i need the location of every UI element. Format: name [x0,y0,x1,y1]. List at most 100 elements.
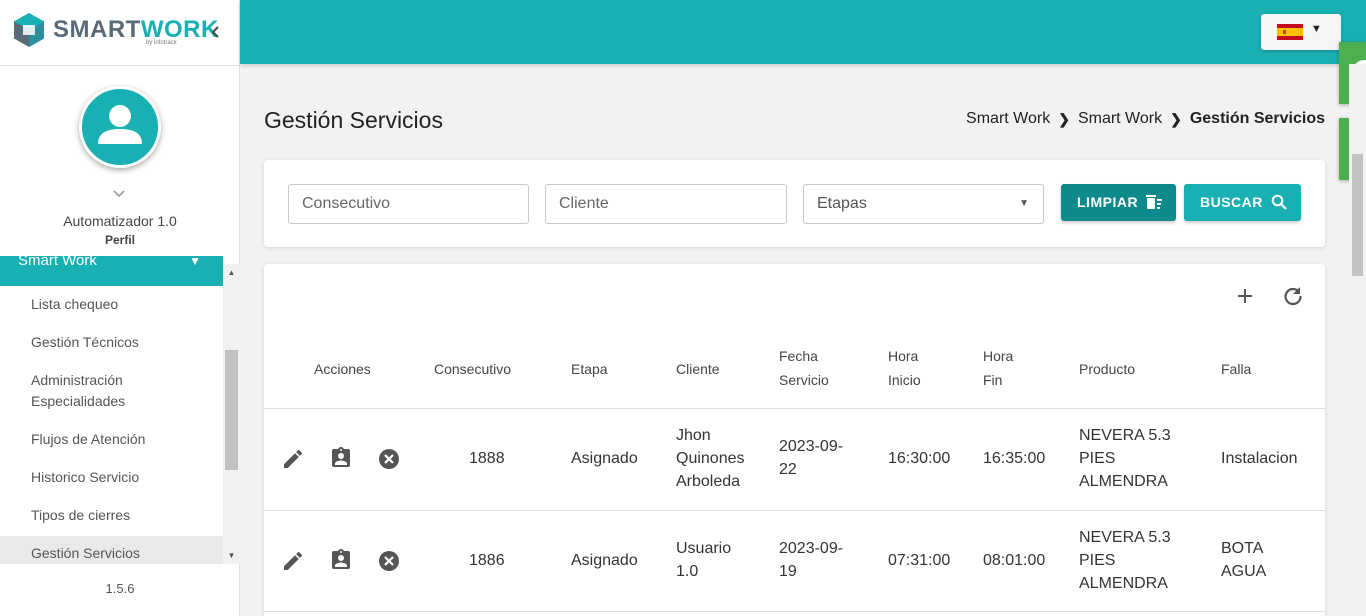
cell-producto-line: ALMENDRA [1079,575,1168,592]
cell-cliente: Usuario 1.0 [676,537,731,583]
cell-cliente-line: Arboleda [676,473,741,490]
logo-bar: SMARTWORK by infotrack [0,0,239,66]
cell-falla-line: AGUA [1221,563,1267,580]
header-fin-line2: Fin [983,372,1003,388]
plus-icon[interactable] [1233,284,1257,308]
collapse-sidebar-button[interactable] [206,22,226,42]
header-fecha-line2: Servicio [779,372,829,388]
header-hora-fin[interactable]: Hora Fin [983,344,1013,392]
cell-falla: BOTA AGUA [1221,537,1266,583]
cell-fecha-line: 19 [779,563,797,580]
cell-falla: Instalacion [1221,447,1298,470]
user-icon [98,105,142,144]
scroll-down-arrow-icon[interactable]: ▼ [223,547,240,564]
consecutivo-field[interactable] [288,184,529,224]
chevron-left-icon [211,26,219,38]
row-divider [264,408,1325,409]
header-consecutivo[interactable]: Consecutivo [434,357,511,381]
sidebar-item-gestion-tecnicos[interactable]: Gestión Técnicos [0,332,223,353]
cell-fecha: 2023-09- 22 [779,435,843,481]
cell-producto-line: PIES [1079,552,1116,569]
search-button[interactable]: BUSCAR [1184,184,1301,221]
app-version: 1.5.6 [105,581,135,596]
sidebar: SMARTWORK by infotrack Automatizador 1.0… [0,0,240,616]
breadcrumb-item[interactable]: Smart Work [1078,110,1162,128]
chevron-right-icon: ❯ [1058,110,1070,127]
caret-down-icon: ▼ [1019,198,1029,209]
header-acciones: Acciones [314,361,371,377]
consecutivo-input[interactable] [302,195,506,213]
header-cliente[interactable]: Cliente [676,357,720,381]
sidebar-scroll-thumb[interactable] [225,350,238,470]
cell-fecha-line: 2023-09- [779,540,844,557]
spain-flag-icon [1277,24,1303,40]
cell-producto-line: ALMENDRA [1079,473,1168,490]
cell-cliente-line: Usuario [676,540,732,557]
page-title: Gestión Servicios [264,107,443,133]
caret-down-icon: ▼ [189,256,201,268]
page-scrollbar[interactable] [1349,64,1366,616]
sidebar-menu: Smart Work ▼ Lista chequeo Gestión Técni… [0,256,223,564]
header-inicio-line2: Inicio [888,372,921,388]
cliente-field[interactable] [545,184,787,224]
logo-text: SMARTWORK [53,16,219,43]
profile-name: Automatizador 1.0 [63,213,177,229]
clear-button[interactable]: LIMPIAR [1061,184,1176,221]
cell-producto: NEVERA 5.3 PIES ALMENDRA [1079,424,1171,493]
header-fecha-line1: Fecha [779,348,818,364]
cell-fecha-line: 2023-09- [779,438,844,455]
sidebar-scrollbar[interactable]: ▲ ▼ [223,264,240,564]
cell-fecha: 2023-09- 19 [779,537,843,583]
scroll-up-arrow-icon[interactable]: ▲ [223,264,240,281]
header-hora-inicio[interactable]: Hora Inicio [888,344,921,392]
cliente-input[interactable] [559,195,764,213]
cell-fecha-line: 22 [779,461,797,478]
header-falla[interactable]: Falla [1221,357,1251,381]
cell-cliente-line: 1.0 [676,563,699,580]
sidebar-item-gestion-servicios[interactable]: Gestión Servicios [0,536,223,564]
delete-sweep-icon [1146,195,1162,209]
header-etapa[interactable]: Etapa [571,357,608,381]
clipboard-user-icon[interactable] [329,548,353,572]
header-fin-line1: Hora [983,348,1014,364]
etapas-select[interactable]: Etapas ▼ [803,184,1044,224]
close-circle-icon[interactable] [377,447,401,471]
cell-cliente-line: Quinones [676,450,745,467]
language-selector[interactable]: ▼ [1261,14,1341,50]
sidebar-item-flujos-atencion[interactable]: Flujos de Atención [0,429,223,450]
cell-falla-line: BOTA [1221,540,1264,557]
logo-icon [14,13,44,47]
header-producto[interactable]: Producto [1079,357,1135,381]
breadcrumb-item[interactable]: Smart Work [966,110,1050,128]
sidebar-item-historico-servicio[interactable]: Historico Servicio [0,467,223,488]
cell-producto-line: PIES [1079,450,1116,467]
close-circle-icon[interactable] [377,549,401,573]
sidebar-item-tipos-cierres[interactable]: Tipos de cierres [0,505,223,526]
pencil-icon[interactable] [281,549,305,573]
sidebar-item-lista-chequeo[interactable]: Lista chequeo [0,294,223,315]
refresh-icon[interactable] [1281,284,1305,308]
cell-producto: NEVERA 5.3 PIES ALMENDRA [1079,526,1171,595]
page-scroll-thumb[interactable] [1352,154,1363,276]
cell-consecutivo: 1886 [469,552,505,569]
pencil-icon[interactable] [281,447,305,471]
header-fecha-servicio[interactable]: Fecha Servicio [779,344,829,392]
menu-group-label: Smart Work [18,256,97,269]
clear-button-label: LIMPIAR [1077,194,1139,210]
cell-hora-fin: 08:01:00 [983,552,1046,569]
cell-falla-line: Instalacion [1221,450,1298,467]
chevron-down-icon[interactable] [112,186,126,202]
avatar[interactable] [79,86,161,168]
services-table-card: Acciones Consecutivo Etapa Cliente Fecha… [264,264,1325,616]
sidebar-item-administracion-especialidades[interactable]: Administración Especialidades [0,370,160,412]
search-icon [1271,194,1287,210]
chevron-right-icon: ❯ [1170,110,1182,127]
row-divider [264,611,1325,612]
cell-producto-line: NEVERA 5.3 [1079,427,1171,444]
caret-down-icon: ▼ [1311,23,1322,35]
clipboard-user-icon[interactable] [329,446,353,470]
cell-etapa: Asignado [571,450,638,467]
logo-subtitle: by infotrack [146,40,177,46]
menu-group-smart-work[interactable]: Smart Work ▼ [0,256,223,286]
cell-producto-line: NEVERA 5.3 [1079,529,1171,546]
